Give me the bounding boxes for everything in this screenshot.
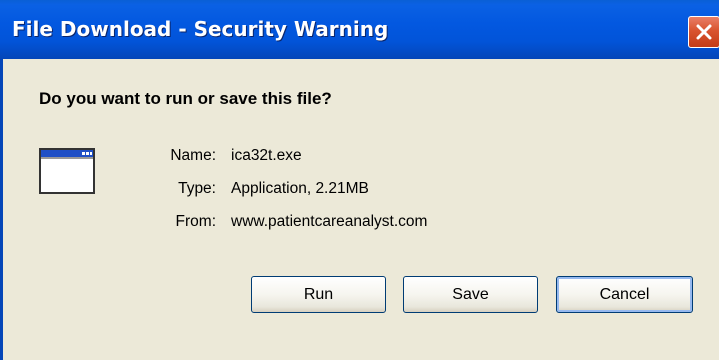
security-warning-dialog: File Download - Security Warning Do you … bbox=[0, 0, 719, 360]
close-icon bbox=[696, 24, 712, 40]
save-button[interactable]: Save bbox=[403, 276, 538, 313]
close-button[interactable] bbox=[688, 16, 719, 48]
type-label: Type: bbox=[178, 180, 216, 197]
file-source-value: www.patientcareanalyst.com bbox=[231, 213, 428, 230]
window-title: File Download - Security Warning bbox=[12, 17, 389, 41]
file-name-value: ica32t.exe bbox=[231, 147, 302, 164]
file-type-value: Application, 2.21MB bbox=[231, 180, 369, 197]
cancel-button[interactable]: Cancel bbox=[556, 276, 693, 313]
run-button[interactable]: Run bbox=[251, 276, 386, 313]
window-border bbox=[0, 59, 3, 360]
from-label: From: bbox=[175, 213, 216, 230]
name-label: Name: bbox=[170, 147, 216, 164]
dialog-question: Do you want to run or save this file? bbox=[39, 89, 332, 108]
title-bar[interactable]: File Download - Security Warning bbox=[0, 0, 719, 59]
application-window-icon bbox=[39, 148, 95, 194]
